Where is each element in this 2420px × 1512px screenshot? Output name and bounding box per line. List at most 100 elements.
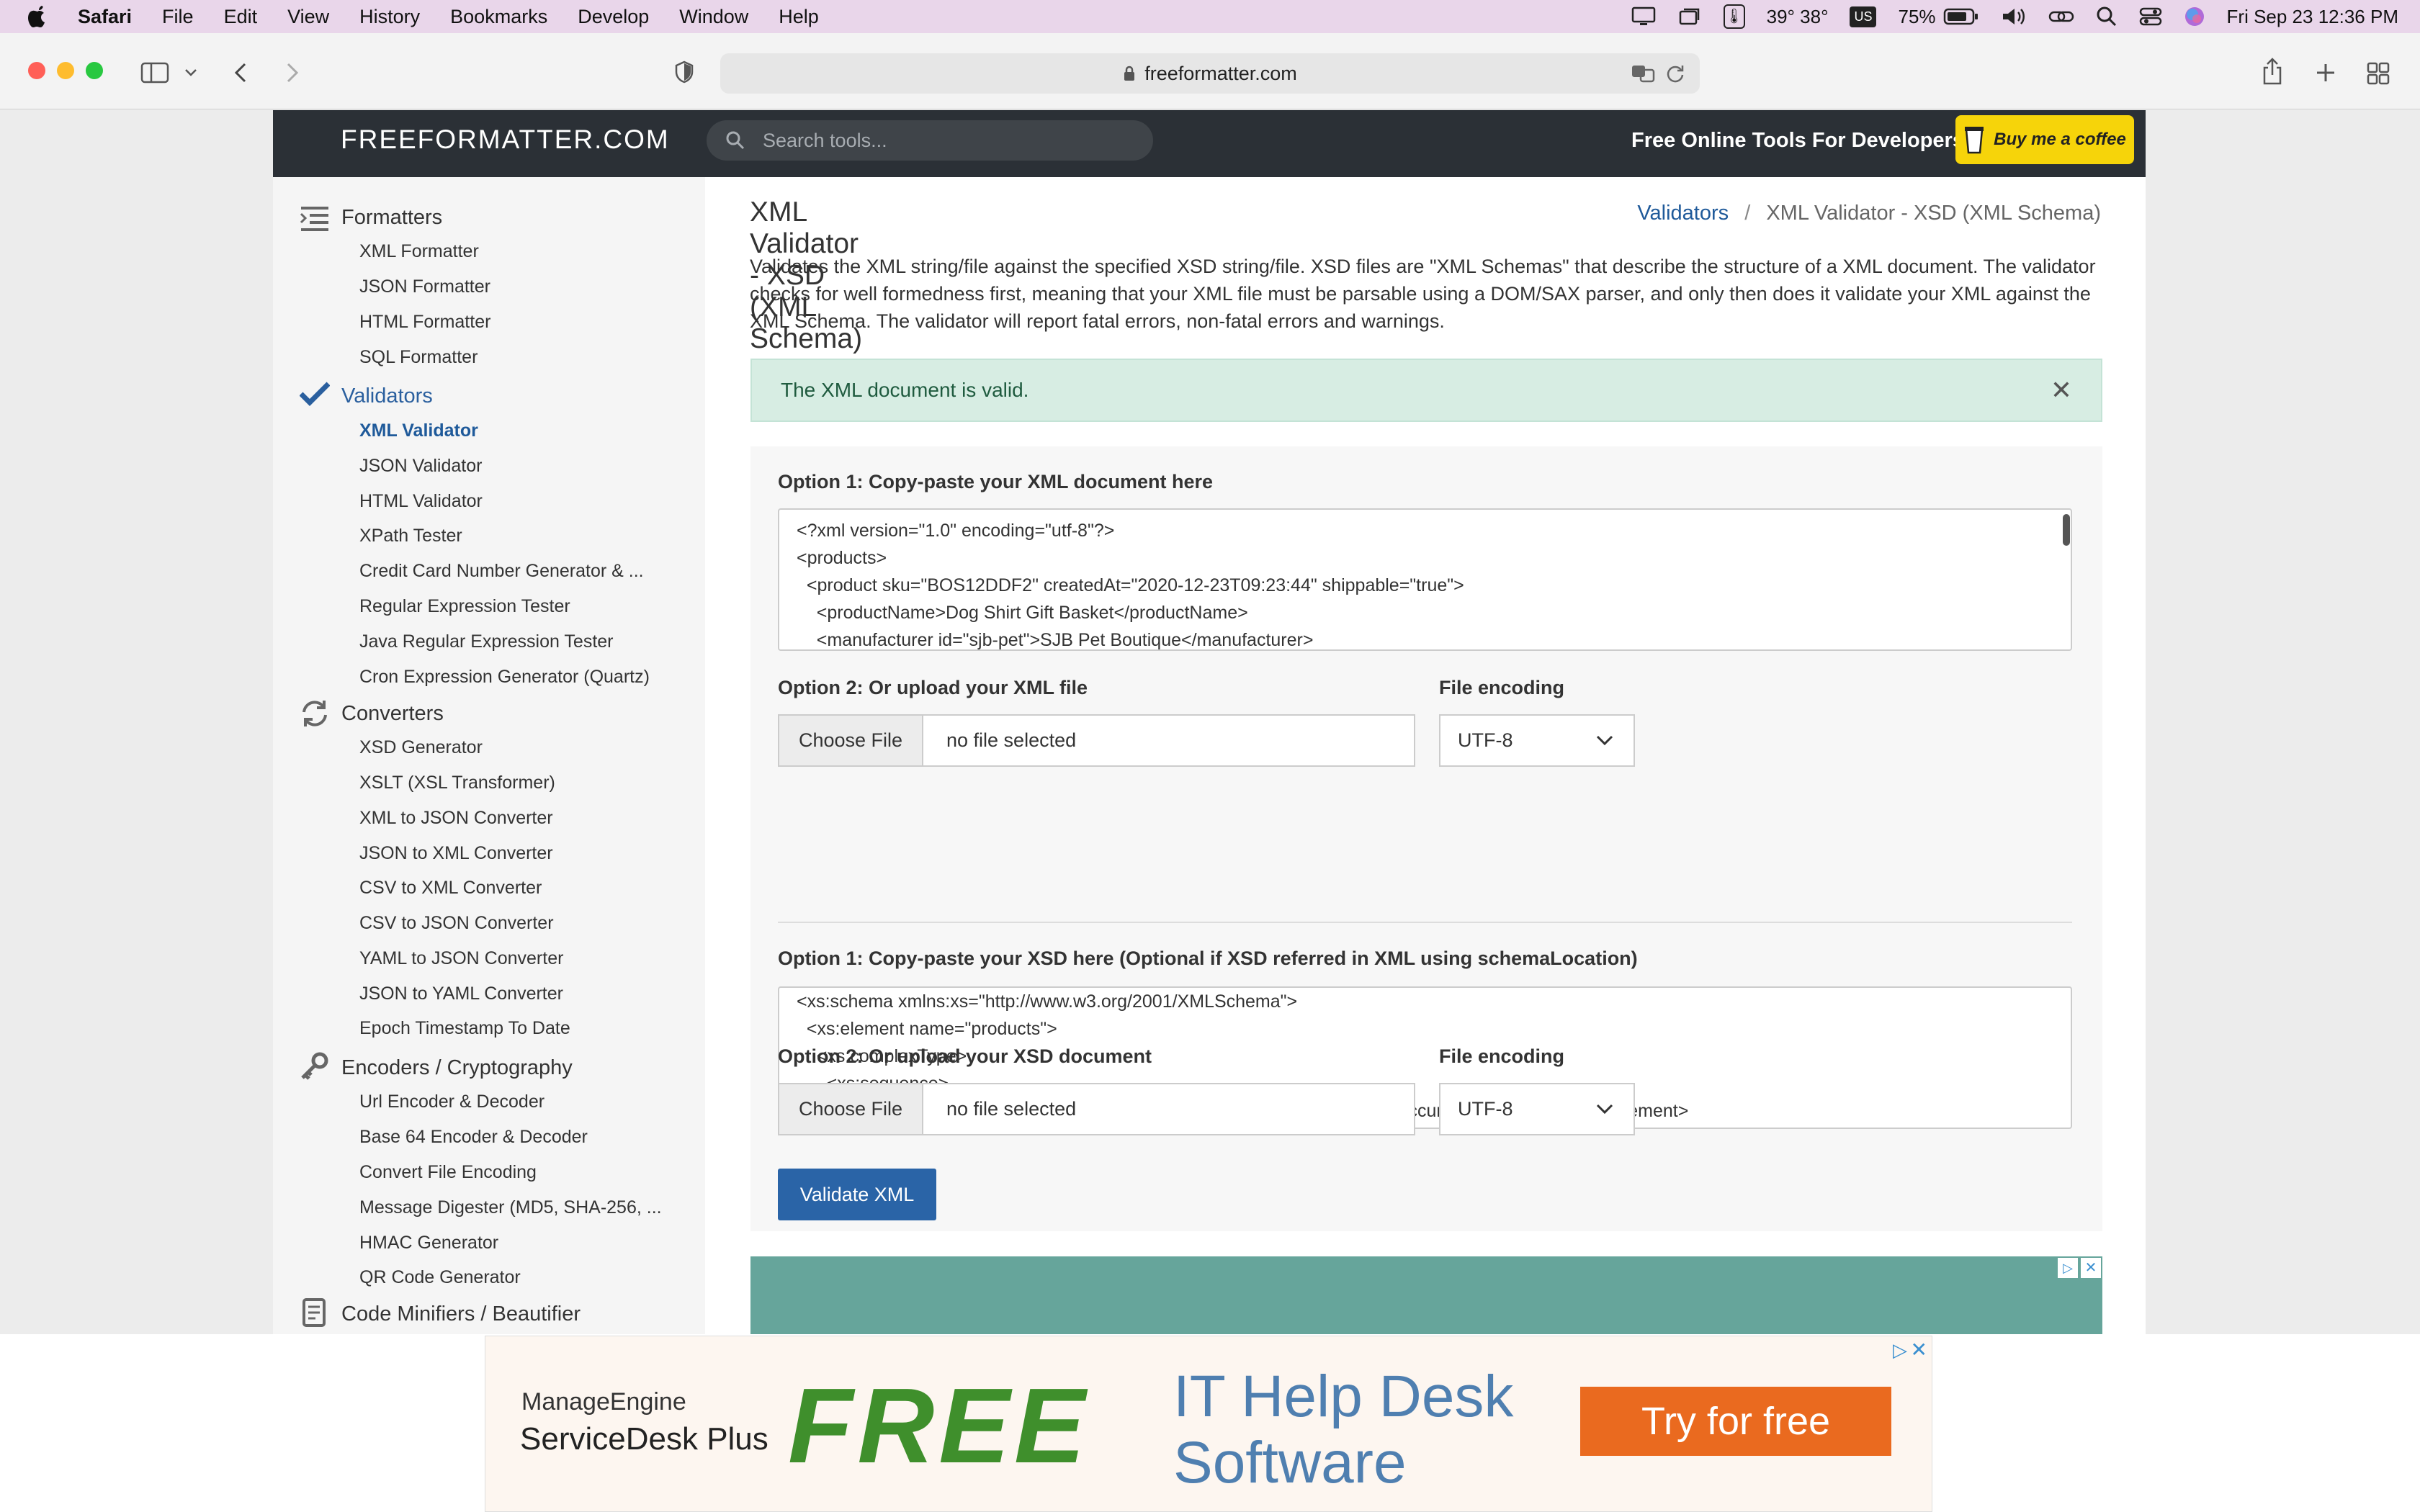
xml-encoding-value: UTF-8: [1458, 729, 1513, 751]
menu-develop[interactable]: Develop: [578, 6, 649, 28]
bottom-ad[interactable]: ▷ ✕ ManageEngine ServiceDesk Plus FREE I…: [485, 1336, 1932, 1512]
chevron-down-icon[interactable]: [184, 68, 197, 78]
sidebar-item-html-validator[interactable]: HTML Validator: [359, 491, 483, 512]
sidebar-toggle-icon[interactable]: [140, 62, 169, 84]
sidebar-item-csv-to-xml[interactable]: CSV to XML Converter: [359, 878, 542, 899]
xml-file-input[interactable]: Choose File no file selected: [778, 714, 1415, 767]
buy-me-a-coffee-button[interactable]: Buy me a coffee: [1955, 115, 2134, 164]
breadcrumb-link-validators[interactable]: Validators: [1637, 202, 1729, 225]
apple-icon[interactable]: [27, 4, 49, 29]
sidebar-item-qr-code-generator[interactable]: QR Code Generator: [359, 1267, 521, 1288]
sidebar-category-validators[interactable]: Validators: [341, 384, 433, 408]
link-icon[interactable]: [2048, 6, 2074, 27]
ad-choices-icon[interactable]: ▷: [2058, 1258, 2078, 1278]
sidebar-item-yaml-to-json[interactable]: YAML to JSON Converter: [359, 948, 563, 969]
thermometer-icon[interactable]: 🌡: [1723, 4, 1745, 29]
sidebar-category-encoders[interactable]: Encoders / Cryptography: [341, 1056, 573, 1080]
sidebar-category-converters[interactable]: Converters: [341, 702, 444, 726]
battery-icon[interactable]: [1943, 7, 1979, 26]
search-input[interactable]: Search tools...: [707, 120, 1153, 161]
zoom-window-button[interactable]: [86, 62, 103, 79]
sidebar-item-xml-to-json[interactable]: XML to JSON Converter: [359, 808, 553, 829]
site-container: FREEFORMATTER.COM Search tools... Free O…: [273, 110, 2146, 1336]
new-tab-icon[interactable]: [2315, 62, 2336, 84]
sidebar-item-java-regex-tester[interactable]: Java Regular Expression Tester: [359, 631, 614, 652]
search-icon: [726, 131, 745, 150]
sidebar-item-xml-formatter[interactable]: XML Formatter: [359, 241, 479, 262]
tab-overview-icon[interactable]: [2367, 62, 2390, 85]
clock[interactable]: Fri Sep 23 12:36 PM: [2227, 6, 2398, 28]
xsd-file-input[interactable]: Choose File no file selected: [778, 1083, 1415, 1135]
spotlight-search-icon[interactable]: [2096, 6, 2118, 27]
validate-xml-button[interactable]: Validate XML: [778, 1169, 936, 1220]
sidebar-category-formatters[interactable]: Formatters: [341, 206, 442, 230]
sidebar-item-base64[interactable]: Base 64 Encoder & Decoder: [359, 1127, 588, 1148]
ad-headline: IT Help Desk Software: [1173, 1364, 1513, 1496]
window-switch-icon[interactable]: [1677, 6, 1702, 27]
sidebar-item-url-encoder[interactable]: Url Encoder & Decoder: [359, 1092, 544, 1112]
keyboard-layout-badge[interactable]: US: [1850, 6, 1877, 27]
siri-icon[interactable]: [2184, 6, 2205, 27]
xml-choose-file-button[interactable]: Choose File: [779, 716, 923, 765]
menu-edit[interactable]: Edit: [224, 6, 258, 28]
xml-encoding-select[interactable]: UTF-8: [1439, 714, 1635, 767]
display-icon[interactable]: [1631, 6, 1656, 27]
xml-input-label: Option 1: Copy-paste your XML document h…: [778, 471, 1214, 492]
weather-text[interactable]: 39° 38°: [1767, 6, 1829, 28]
translate-icon[interactable]: [1631, 63, 1657, 84]
menu-view[interactable]: View: [287, 6, 329, 28]
close-icon[interactable]: ✕: [2051, 360, 2072, 420]
xsd-input-label: Option 1: Copy-paste your XSD here (Opti…: [778, 948, 1638, 969]
sidebar-item-xsd-generator[interactable]: XSD Generator: [359, 737, 483, 758]
sidebar-item-xslt[interactable]: XSLT (XSL Transformer): [359, 773, 555, 793]
menu-window[interactable]: Window: [679, 6, 748, 28]
xml-textarea[interactable]: <?xml version="1.0" encoding="utf-8"?> <…: [778, 508, 2072, 651]
ad-try-for-free-button[interactable]: Try for free: [1580, 1387, 1891, 1456]
xsd-file-status: no file selected: [946, 1098, 1077, 1120]
xsd-encoding-select[interactable]: UTF-8: [1439, 1083, 1635, 1135]
menu-help[interactable]: Help: [779, 6, 819, 28]
sidebar-item-html-formatter[interactable]: HTML Formatter: [359, 312, 490, 333]
sidebar-item-csv-to-json[interactable]: CSV to JSON Converter: [359, 913, 554, 934]
sidebar-item-json-validator[interactable]: JSON Validator: [359, 456, 482, 477]
share-icon[interactable]: [2262, 58, 2283, 85]
search-placeholder: Search tools...: [763, 130, 887, 151]
close-window-button[interactable]: [28, 62, 45, 79]
sidebar-item-epoch-timestamp[interactable]: Epoch Timestamp To Date: [359, 1018, 570, 1039]
menu-app-safari[interactable]: Safari: [78, 6, 132, 28]
minimize-window-button[interactable]: [57, 62, 74, 79]
sidebar-item-hmac-generator[interactable]: HMAC Generator: [359, 1233, 498, 1254]
sidebar-item-cron-generator[interactable]: Cron Expression Generator (Quartz): [359, 667, 650, 688]
menu-history[interactable]: History: [359, 6, 420, 28]
privacy-shield-icon[interactable]: [674, 60, 694, 84]
sidebar-item-json-to-yaml[interactable]: JSON to YAML Converter: [359, 984, 563, 1004]
sidebar-item-credit-card-generator[interactable]: Credit Card Number Generator & ...: [359, 561, 644, 582]
sidebar-item-xpath-tester[interactable]: XPath Tester: [359, 526, 462, 546]
xsd-choose-file-button[interactable]: Choose File: [779, 1084, 923, 1134]
inline-ad-banner[interactable]: ▷ ✕: [750, 1256, 2102, 1336]
ad-choices-icon[interactable]: ▷: [1893, 1339, 1907, 1362]
volume-icon[interactable]: [2001, 6, 2027, 27]
back-arrow-icon[interactable]: [232, 62, 249, 84]
forward-arrow-icon[interactable]: [284, 62, 301, 84]
site-logo[interactable]: FREEFORMATTER.COM: [341, 125, 670, 155]
sidebar-item-convert-file-encoding[interactable]: Convert File Encoding: [359, 1162, 537, 1183]
textarea-scrollbar[interactable]: [2063, 514, 2070, 546]
menu-bookmarks[interactable]: Bookmarks: [450, 6, 547, 28]
sidebar-item-json-to-xml[interactable]: JSON to XML Converter: [359, 843, 553, 864]
menu-file[interactable]: File: [162, 6, 194, 28]
sidebar-item-sql-formatter[interactable]: SQL Formatter: [359, 347, 478, 368]
ad-close-icon[interactable]: ✕: [2081, 1258, 2101, 1278]
url-text[interactable]: freeformatter.com: [1144, 63, 1297, 85]
sidebar-item-regex-tester[interactable]: Regular Expression Tester: [359, 596, 570, 617]
sidebar-item-xml-validator[interactable]: XML Validator: [359, 420, 478, 441]
coffee-label: Buy me a coffee: [1994, 130, 2126, 149]
ad-close-icon[interactable]: ✕: [1911, 1338, 1927, 1362]
sidebar-item-json-formatter[interactable]: JSON Formatter: [359, 276, 490, 297]
sidebar-item-message-digester[interactable]: Message Digester (MD5, SHA-256, ...: [359, 1197, 662, 1218]
address-bar[interactable]: freeformatter.com: [720, 53, 1700, 94]
breadcrumb-separator: /: [1744, 202, 1751, 225]
control-center-icon[interactable]: [2139, 6, 2162, 27]
reload-icon[interactable]: [1665, 63, 1685, 84]
sidebar-category-minifiers[interactable]: Code Minifiers / Beautifier: [341, 1302, 581, 1326]
